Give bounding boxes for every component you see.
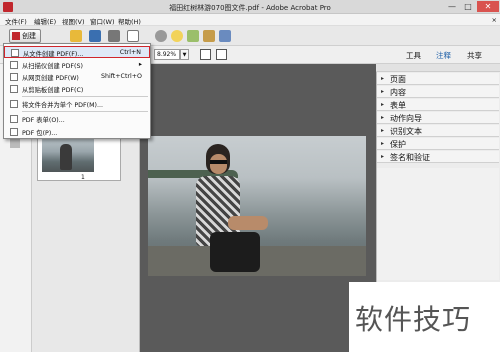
comment-bubble-icon[interactable] bbox=[171, 30, 183, 42]
tab-share[interactable]: 共享 bbox=[467, 50, 482, 61]
menu-bar: 文件(F) 编辑(E) 视图(V) 窗口(W) 帮助(H) × bbox=[0, 14, 500, 26]
panel-section-label: 页面 bbox=[390, 75, 406, 84]
tools-panel-header bbox=[376, 64, 500, 72]
tab-comment[interactable]: 注释 bbox=[436, 50, 451, 61]
photo-person-legs bbox=[210, 232, 260, 272]
create-button[interactable]: 创建 bbox=[9, 29, 41, 43]
highlight-icon[interactable] bbox=[187, 30, 199, 42]
review-icon[interactable] bbox=[219, 30, 231, 42]
page-thumbnail[interactable] bbox=[37, 135, 121, 181]
menu-item-shortcut: Ctrl+N bbox=[119, 49, 141, 56]
expand-arrow-icon: ▸ bbox=[381, 114, 385, 121]
menu-item-create-from-clipboard[interactable]: 从剪贴板创建 PDF(C) bbox=[4, 83, 150, 95]
form-icon bbox=[10, 115, 18, 123]
submenu-arrow-icon: ▸ bbox=[138, 61, 142, 68]
email-icon[interactable] bbox=[127, 30, 139, 42]
menu-file[interactable]: 文件(F) bbox=[5, 16, 27, 26]
open-folder-icon[interactable] bbox=[70, 30, 82, 42]
photo-person-arm bbox=[228, 216, 268, 230]
document-photo bbox=[148, 136, 366, 276]
tab-tools[interactable]: 工具 bbox=[406, 50, 421, 61]
expand-arrow-icon: ▸ bbox=[381, 153, 385, 160]
panel-section-recognize-text[interactable]: ▸ 识别文本 bbox=[377, 125, 499, 137]
zoom-dropdown-icon[interactable]: ▼ bbox=[180, 49, 189, 60]
panel-section-label: 签名和验证 bbox=[390, 153, 430, 162]
create-dropdown-menu: 从文件创建 PDF(F)... Ctrl+N 从扫描仪创建 PDF(S) ▸ 从… bbox=[3, 43, 151, 139]
panel-section-label: 内容 bbox=[390, 88, 406, 97]
panel-section-forms[interactable]: ▸ 表单 bbox=[377, 99, 499, 111]
menu-item-pdf-form[interactable]: PDF 表单(O)... bbox=[4, 113, 150, 125]
maximize-button[interactable]: □ bbox=[460, 1, 476, 12]
menu-window[interactable]: 窗口(W) bbox=[90, 16, 115, 26]
save-icon[interactable] bbox=[89, 30, 101, 42]
photo-sunglasses bbox=[210, 160, 227, 164]
close-window-button[interactable]: ✕ bbox=[477, 1, 499, 12]
menu-item-combine-files[interactable]: 将文件合并为单个 PDF(M)... bbox=[4, 98, 150, 110]
window-title: 福田红树林游070图文件.pdf - Adobe Acrobat Pro bbox=[169, 4, 331, 12]
thumbnail-image bbox=[42, 138, 94, 172]
portfolio-icon bbox=[10, 128, 18, 136]
expand-arrow-icon: ▸ bbox=[381, 127, 385, 134]
expand-arrow-icon: ▸ bbox=[381, 101, 385, 108]
panel-section-protection[interactable]: ▸ 保护 bbox=[377, 138, 499, 150]
menu-item-create-from-scanner[interactable]: 从扫描仪创建 PDF(S) ▸ bbox=[4, 59, 150, 71]
panel-section-label: 动作向导 bbox=[390, 114, 422, 123]
create-button-label: 创建 bbox=[22, 32, 36, 40]
panel-section-sign-verify[interactable]: ▸ 签名和验证 bbox=[377, 151, 499, 163]
scanner-icon bbox=[10, 61, 18, 69]
menu-item-label: PDF 表单(O)... bbox=[22, 117, 65, 124]
fit-page-icon[interactable] bbox=[216, 49, 227, 60]
expand-arrow-icon: ▸ bbox=[381, 140, 385, 147]
webpage-icon bbox=[10, 73, 18, 81]
menu-item-label: 从剪贴板创建 PDF(C) bbox=[22, 87, 84, 94]
panel-section-label: 识别文本 bbox=[390, 127, 422, 136]
combine-files-icon bbox=[10, 100, 18, 108]
menu-item-create-from-file[interactable]: 从文件创建 PDF(F)... Ctrl+N bbox=[4, 46, 150, 58]
menu-item-pdf-portfolio[interactable]: PDF 包(P)... bbox=[4, 126, 150, 138]
panel-section-pages[interactable]: ▸ 页面 bbox=[377, 73, 499, 85]
menu-separator bbox=[22, 111, 148, 112]
thumbnail-person bbox=[60, 144, 72, 170]
menu-item-label: 从文件创建 PDF(F)... bbox=[23, 51, 84, 58]
tools-panel-empty-area bbox=[377, 168, 499, 280]
minimize-button[interactable]: — bbox=[444, 1, 460, 12]
photo-person-face bbox=[210, 154, 227, 174]
panel-section-content[interactable]: ▸ 内容 bbox=[377, 86, 499, 98]
menu-edit[interactable]: 编辑(E) bbox=[34, 16, 56, 26]
menu-separator bbox=[22, 96, 148, 97]
attachments-icon[interactable] bbox=[10, 138, 20, 148]
sign-pen-icon[interactable] bbox=[203, 30, 215, 42]
zoom-input[interactable]: 8.92% bbox=[154, 49, 180, 60]
menu-item-label: PDF 包(P)... bbox=[22, 130, 58, 137]
clipboard-icon bbox=[10, 85, 18, 93]
menu-item-shortcut: Shift+Ctrl+O bbox=[100, 73, 142, 80]
fit-width-icon[interactable] bbox=[200, 49, 211, 60]
watermark-overlay: 软件技巧 bbox=[349, 282, 500, 352]
expand-arrow-icon: ▸ bbox=[381, 75, 385, 82]
panel-section-action-wizard[interactable]: ▸ 动作向导 bbox=[377, 112, 499, 124]
menu-item-create-from-webpage[interactable]: 从网页创建 PDF(W) Shift+Ctrl+O bbox=[4, 71, 150, 83]
file-icon bbox=[11, 49, 19, 57]
menu-item-label: 从网页创建 PDF(W) bbox=[22, 75, 79, 82]
panel-section-label: 保护 bbox=[390, 140, 406, 149]
menu-item-label: 将文件合并为单个 PDF(M)... bbox=[22, 102, 103, 109]
settings-gear-icon[interactable] bbox=[155, 30, 167, 42]
panel-section-label: 表单 bbox=[390, 101, 406, 110]
watermark-text: 软件技巧 bbox=[355, 303, 472, 336]
menu-item-label: 从扫描仪创建 PDF(S) bbox=[22, 63, 83, 70]
close-document-icon[interactable]: × bbox=[492, 16, 497, 24]
thumbnail-page-number: 1 bbox=[81, 174, 85, 181]
create-pdf-icon bbox=[12, 32, 20, 40]
print-icon[interactable] bbox=[108, 30, 120, 42]
menu-view[interactable]: 视图(V) bbox=[62, 16, 85, 26]
expand-arrow-icon: ▸ bbox=[381, 88, 385, 95]
menu-help[interactable]: 帮助(H) bbox=[118, 16, 141, 26]
title-bar: 福田红树林游070图文件.pdf - Adobe Acrobat Pro — □… bbox=[0, 0, 500, 14]
